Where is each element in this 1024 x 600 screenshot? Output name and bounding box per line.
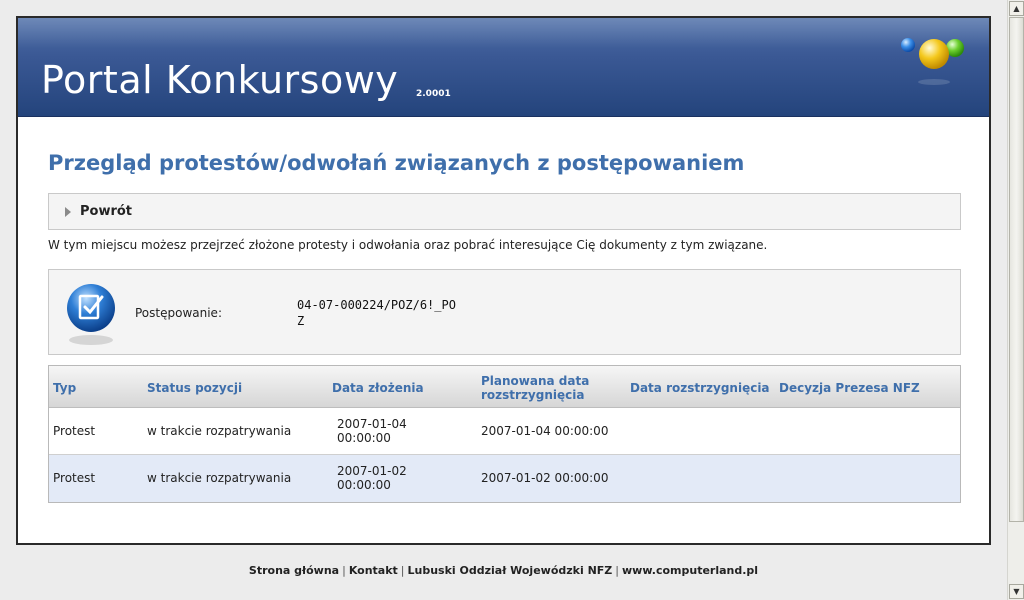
table-row[interactable]: Protest w trakcie rozpatrywania 2007-01-… xyxy=(49,455,960,502)
table-header: Typ Status pozycji Data złożenia Planowa… xyxy=(49,366,960,408)
cell-typ: Protest xyxy=(53,471,96,485)
cell-data-zlozenia: 2007-01-04 00:00:00 xyxy=(337,417,407,445)
vertical-scrollbar[interactable]: ▲ ▼ xyxy=(1007,0,1024,600)
back-link-box[interactable]: Powrót xyxy=(48,193,961,230)
column-header-data-zlozenia[interactable]: Data złożenia xyxy=(332,381,424,395)
column-header-status[interactable]: Status pozycji xyxy=(147,381,242,395)
header-banner: Portal Konkursowy 2.0001 xyxy=(18,18,989,117)
column-header-data-rozstrzygniecia[interactable]: Data rozstrzygnięcia xyxy=(630,381,770,395)
table-row[interactable]: Protest w trakcie rozpatrywania 2007-01-… xyxy=(49,408,960,455)
procedure-label: Postępowanie: xyxy=(135,306,222,320)
footer-link-nfz[interactable]: Lubuski Oddział Wojewódzki NFZ xyxy=(408,564,613,577)
document-check-icon xyxy=(67,284,115,345)
cell-planowana: 2007-01-02 00:00:00 xyxy=(481,471,609,485)
cell-status: w trakcie rozpatrywania xyxy=(147,424,292,438)
page-container: Portal Konkursowy 2.0001 Przegląd protes… xyxy=(16,16,991,545)
page-heading: Przegląd protestów/odwołań związanych z … xyxy=(48,151,745,175)
footer-link-contact[interactable]: Kontakt xyxy=(349,564,398,577)
scroll-thumb[interactable] xyxy=(1009,17,1024,522)
cell-data-zlozenia: 2007-01-02 00:00:00 xyxy=(337,464,407,492)
procedure-value: 04-07-000224/POZ/6!_POZ xyxy=(297,298,456,328)
cell-typ: Protest xyxy=(53,424,96,438)
cell-planowana: 2007-01-04 00:00:00 xyxy=(481,424,609,438)
column-header-typ[interactable]: Typ xyxy=(53,381,76,395)
procedure-box: Postępowanie: 04-07-000224/POZ/6!_POZ xyxy=(48,269,961,355)
back-link[interactable]: Powrót xyxy=(80,204,132,219)
scroll-down-arrow-icon[interactable]: ▼ xyxy=(1009,584,1024,599)
protests-table: Typ Status pozycji Data złożenia Planowa… xyxy=(48,365,961,503)
colored-spheres-logo-icon xyxy=(901,38,964,85)
scroll-up-arrow-icon[interactable]: ▲ xyxy=(1009,1,1024,16)
version-label: 2.0001 xyxy=(416,89,451,99)
column-header-decyzja[interactable]: Decyzja Prezesa NFZ xyxy=(779,381,920,395)
column-header-planowana[interactable]: Planowana data rozstrzygnięcia xyxy=(481,374,611,402)
footer-link-computerland[interactable]: www.computerland.pl xyxy=(622,564,758,577)
footer-link-home[interactable]: Strona główna xyxy=(249,564,339,577)
cell-status: w trakcie rozpatrywania xyxy=(147,471,292,485)
triangle-right-icon xyxy=(65,207,71,217)
footer: Strona główna | Kontakt | Lubuski Oddział Wo… xyxy=(248,564,759,577)
info-text: W tym miejscu możesz przejrzeć złożone p… xyxy=(48,238,768,252)
portal-title: Portal Konkursowy xyxy=(41,58,399,102)
